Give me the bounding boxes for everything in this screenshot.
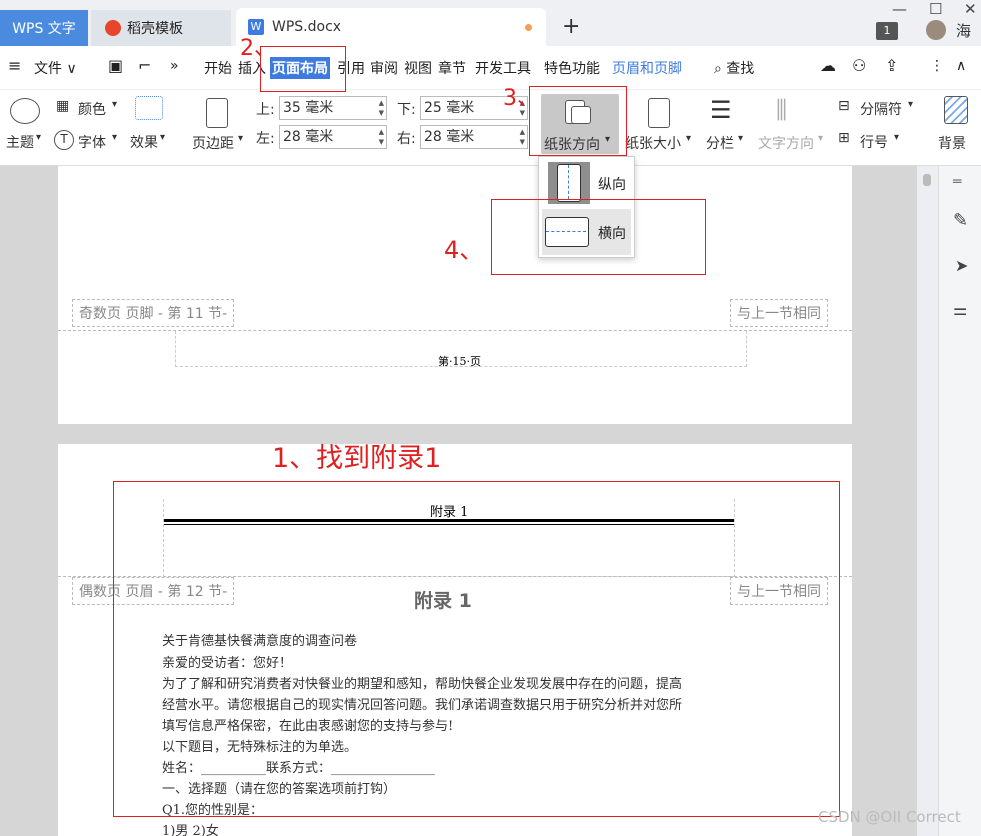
palette-icon — [10, 98, 40, 124]
annotation-step-3: 3、 — [503, 86, 539, 111]
portrait-icon — [548, 162, 590, 204]
format-painter-icon[interactable]: ⌐ — [138, 56, 151, 75]
menu-header-footer[interactable]: 页眉和页脚 — [612, 58, 682, 78]
effect-icon — [135, 96, 163, 120]
color-grid-icon: ▦ — [56, 98, 70, 114]
export-icon[interactable]: ⇪ — [885, 56, 898, 75]
same-as-previous-tag[interactable]: 与上一节相同 — [730, 299, 828, 327]
page-15[interactable]: 奇数页 页脚 - 第 11 节- 与上一节相同 第·15·页 — [58, 166, 852, 424]
tab-document[interactable]: W WPS.docx — [236, 8, 546, 46]
search-icon: ⌕ — [714, 61, 722, 77]
background-icon — [944, 96, 968, 124]
save-icon[interactable]: ▣ — [108, 56, 123, 75]
spinner-icon[interactable]: ▲ ▼ — [379, 127, 384, 147]
menu-review[interactable]: 审阅 — [370, 58, 398, 78]
line-numbers-icon: ⊞ — [838, 130, 850, 146]
menu-developer[interactable]: 开发工具 — [475, 58, 531, 78]
font-t-icon: T — [54, 130, 74, 150]
menu-file[interactable]: 文件 ∨ — [34, 58, 77, 78]
annotation-box-1 — [113, 481, 840, 817]
annotation-box-3 — [529, 86, 627, 156]
page-number: 第·15·页 — [438, 355, 481, 368]
avatar[interactable] — [926, 20, 946, 40]
doc-line: 1)男 2)女 — [162, 824, 219, 836]
cursor-icon[interactable]: ➤ — [955, 256, 968, 275]
breaks-icon: ⊟ — [838, 98, 850, 114]
more-chevron-icon[interactable]: » — [170, 58, 179, 74]
sliders-icon[interactable]: ⚌ — [953, 300, 967, 319]
minimize-icon[interactable]: — — [892, 0, 907, 18]
paper-size-icon — [648, 98, 670, 128]
more-options-icon[interactable]: ⋮ — [930, 58, 944, 74]
tab-wps-writer[interactable]: WPS 文字 — [0, 10, 88, 46]
margin-left-input[interactable]: 28 毫米 ▲ ▼ — [279, 125, 387, 149]
new-tab-button[interactable]: + — [562, 14, 580, 39]
hamburger-icon[interactable]: ≡ — [8, 56, 21, 75]
margin-top-input[interactable]: 35 毫米 ▲ ▼ — [279, 96, 387, 120]
watermark: CSDN @OII Correct — [818, 808, 961, 826]
share-user-icon[interactable]: ⚇ — [852, 56, 866, 75]
close-icon[interactable]: ✕ — [964, 0, 977, 18]
menu-home[interactable]: 开始 — [204, 58, 232, 78]
find-button[interactable]: ⌕ 查找 — [714, 58, 754, 78]
maximize-icon[interactable]: ☐ — [929, 0, 942, 18]
margins-icon — [206, 98, 228, 128]
title-bar: WPS 文字 稻壳模板 W WPS.docx + 1 — ☐ ✕ 海 — [0, 0, 981, 46]
user-name[interactable]: 海 — [956, 20, 971, 41]
right-toolbar: ═ ✎ ➤ ⚌ — [938, 166, 981, 836]
scroll-thumb[interactable] — [923, 174, 931, 186]
tab-daoke-templates[interactable]: 稻壳模板 — [91, 10, 231, 46]
spinner-icon[interactable]: ▲ ▼ — [520, 127, 525, 147]
footer-section-tag: 奇数页 页脚 - 第 11 节- — [72, 299, 235, 327]
menu-chapter[interactable]: 章节 — [438, 58, 466, 78]
columns-icon: ☰ — [710, 96, 732, 124]
drag-handle-icon[interactable]: ═ — [953, 174, 961, 190]
menu-bar: ≡ 文件 ∨ ▣ ⌐ » 开始 插入 页面布局 引用 审阅 视图 章节 开发工具… — [0, 46, 981, 90]
unsaved-dot-icon — [525, 24, 532, 31]
collapse-ribbon-icon[interactable]: ∧ — [956, 58, 966, 74]
spinner-icon[interactable]: ▲ ▼ — [379, 98, 384, 118]
daoke-icon — [105, 20, 121, 36]
cloud-sync-icon[interactable]: ☁ — [820, 56, 836, 75]
vertical-scrollbar[interactable] — [917, 166, 938, 836]
annotation-box-4 — [491, 199, 706, 275]
annotation-step-2: 2、 — [240, 36, 276, 61]
annotation-step-4: 4、 — [444, 236, 484, 264]
menu-features[interactable]: 特色功能 — [544, 58, 600, 78]
text-direction-icon: ⫼ — [776, 96, 788, 124]
menu-view[interactable]: 视图 — [404, 58, 432, 78]
pen-icon[interactable]: ✎ — [953, 210, 968, 231]
footer-area[interactable]: 第·15·页 — [175, 331, 747, 368]
annotation-step-1: 1、找到附录1 — [272, 443, 442, 474]
window-count-badge[interactable]: 1 — [876, 22, 898, 40]
ribbon-page-layout: 主题 ▾ ▦ 颜色 ▾ T 字体 ▾ 效果 ▾ 页边距 ▾ 上: 35 毫米 ▲ ▼ 左: 2… — [0, 90, 981, 166]
margin-right-input[interactable]: 28 毫米 ▲ ▼ — [420, 125, 528, 149]
